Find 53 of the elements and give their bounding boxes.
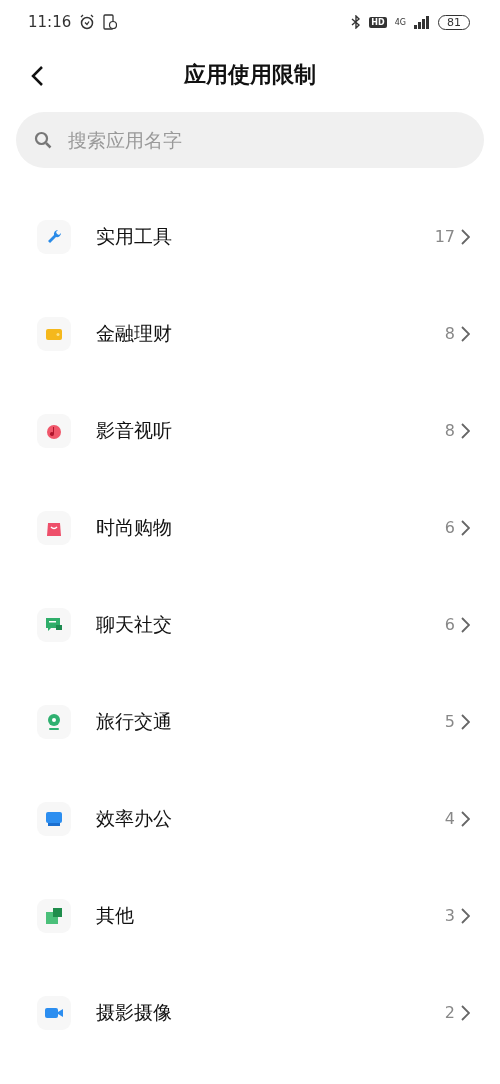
app-count: 17: [434, 227, 455, 246]
category-row[interactable]: 旅行交通 5: [0, 673, 500, 770]
chevron-right-icon: [461, 616, 470, 633]
chevron-right-icon: [461, 713, 470, 730]
app-count: 2: [444, 1003, 455, 1022]
chevron-right-icon: [461, 1004, 470, 1021]
app-count: 3: [444, 906, 455, 925]
chevron-right-icon: [461, 810, 470, 827]
app-count: 8: [444, 421, 455, 440]
app-count: 8: [444, 324, 455, 343]
chevron-right-icon: [461, 519, 470, 536]
category-name: 实用工具: [96, 223, 173, 249]
network-type: 4G: [394, 17, 406, 27]
video-camera-icon: [44, 1005, 64, 1020]
category-row[interactable]: 效率办公 4: [0, 770, 500, 867]
page-title: 应用使用限制: [184, 61, 316, 89]
chevron-right-icon: [461, 228, 470, 245]
category-name: 影音视听: [96, 417, 173, 443]
chevron-right-icon: [461, 422, 470, 439]
location-pin-icon: [46, 712, 62, 731]
app-count: 6: [444, 518, 455, 537]
search-bar[interactable]: 搜索应用名字: [16, 112, 484, 168]
chevron-right-icon: [461, 325, 470, 342]
wallet-icon: [45, 326, 63, 341]
category-name: 聊天社交: [96, 611, 173, 637]
app-count: 5: [444, 712, 455, 731]
category-row[interactable]: 实用工具 17: [0, 188, 500, 285]
category-row[interactable]: 金融理财 8: [0, 285, 500, 382]
category-name: 其他: [96, 902, 135, 928]
category-name: 时尚购物: [96, 514, 173, 540]
status-time: 11:16: [28, 13, 72, 31]
hd-badge: HD: [369, 16, 387, 28]
category-name: 旅行交通: [96, 708, 173, 734]
search-icon: [34, 131, 52, 149]
app-count: 6: [444, 615, 455, 634]
category-row[interactable]: 聊天社交 6: [0, 576, 500, 673]
search-input[interactable]: 搜索应用名字: [66, 128, 466, 152]
overlapping-squares-icon: [45, 906, 63, 925]
category-row[interactable]: 摄影摄像 2: [0, 964, 500, 1061]
signal-icon: [414, 15, 430, 29]
category-name: 效率办公: [96, 805, 173, 831]
alarm-clock-icon: [79, 14, 96, 30]
category-row[interactable]: 其他 3: [0, 867, 500, 964]
phone-clock-icon: [103, 14, 118, 30]
chevron-right-icon: [461, 907, 470, 924]
app-count: 4: [444, 809, 455, 828]
category-row[interactable]: 影音视听 8: [0, 382, 500, 479]
category-name: 摄影摄像: [96, 999, 173, 1025]
monitor-icon: [45, 810, 63, 827]
category-row[interactable]: 时尚购物 6: [0, 479, 500, 576]
category-name: 金融理财: [96, 320, 173, 346]
chat-icon: [45, 616, 63, 633]
bluetooth-icon: [351, 15, 362, 29]
